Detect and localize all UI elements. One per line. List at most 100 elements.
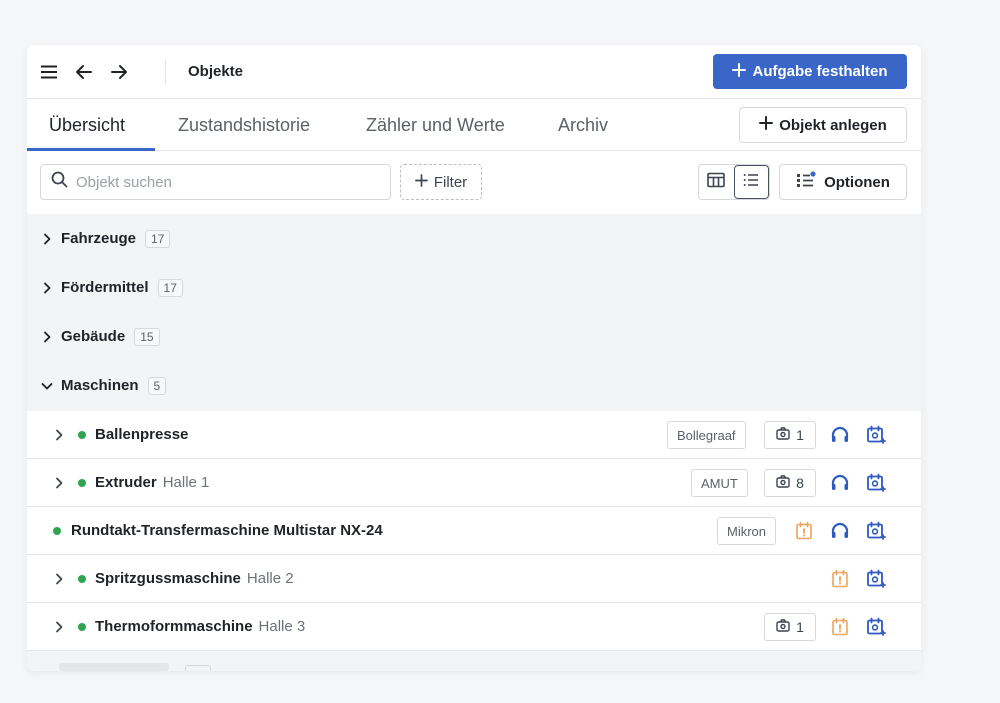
camera-icon [776,427,790,443]
group-row-buildings[interactable]: Gebäude 15 [27,312,921,361]
object-name-wrap: Extruder Halle 1 [95,474,209,491]
headset-icon[interactable] [829,520,851,542]
chevron-right-icon [39,280,55,296]
group-list: Fahrzeuge 17 Fördermittel 17 Gebäude 15 … [27,214,921,411]
record-task-button[interactable]: Aufgabe festhalten [713,54,907,89]
tab-overview[interactable]: Übersicht [49,115,125,136]
search-input[interactable] [76,173,376,191]
options-button[interactable]: Optionen [779,164,907,200]
warning-calendar-icon[interactable] [829,616,851,638]
plus-icon [414,173,428,191]
calendar-gear-icon[interactable] [865,424,887,446]
group-row-vehicles[interactable]: Fahrzeuge 17 [27,214,921,263]
chevron-right-icon [39,329,55,345]
count-badge: 17 [157,278,183,297]
object-name-wrap: Rundtakt-Transfermaschine Multistar NX-2… [71,522,383,539]
table-row[interactable]: Rundtakt-Transfermaschine Multistar NX-2… [27,507,921,555]
calendar-gear-icon[interactable] [865,472,887,494]
plus-icon [732,62,747,81]
camera-icon [776,619,790,635]
group-label-placeholder [59,663,169,671]
record-task-label: Aufgabe festhalten [752,63,888,80]
table-view-button[interactable] [699,165,734,199]
group-label: Fahrzeuge [61,230,137,247]
create-object-label: Objekt anlegen [779,116,887,134]
photo-count: 8 [796,475,804,491]
count-badge-placeholder [185,665,211,671]
page-title: Objekte [188,63,244,80]
tab-bar: Übersicht Zustandshistorie Zähler und We… [27,99,921,151]
toolbar: Filter Optionen [27,151,921,214]
chevron-down-icon [39,378,55,394]
tab-state-history[interactable]: Zustandshistorie [178,115,310,136]
arrow-right-icon[interactable] [108,61,130,83]
object-name-wrap: Spritzgussmaschine Halle 2 [95,570,294,587]
photo-count-badge[interactable]: 1 [764,613,816,641]
object-name: Ballenpresse [95,426,189,443]
status-dot [78,431,86,439]
create-object-button[interactable]: Objekt anlegen [739,107,907,143]
list-view-button[interactable] [733,165,769,199]
photo-count-badge[interactable]: 1 [764,421,816,449]
arrow-left-icon[interactable] [73,61,95,83]
group-row-conveyors[interactable]: Fördermittel 17 [27,263,921,312]
group-label: Gebäude [61,328,126,345]
chevron-right-icon[interactable] [51,571,67,587]
brand-tag: Bollegraaf [667,421,746,449]
group-row-partial[interactable] [27,651,921,671]
table-row[interactable]: Ballenpresse Bollegraaf 1 [27,411,921,459]
object-name: Extruder [95,474,157,491]
group-label: Maschinen [61,377,139,394]
chevron-right-icon[interactable] [51,427,67,443]
calendar-gear-icon[interactable] [865,568,887,590]
table-icon [707,172,726,193]
view-toggle [698,164,770,200]
warning-calendar-icon[interactable] [793,520,815,542]
calendar-gear-icon[interactable] [865,616,887,638]
count-badge: 17 [145,229,171,248]
headset-icon[interactable] [829,472,851,494]
photo-count: 1 [796,427,804,443]
chevron-right-icon [39,231,55,247]
table-row[interactable]: Spritzgussmaschine Halle 2 [27,555,921,603]
objects-panel: Objekte Aufgabe festhalten Übersicht Zus… [27,45,921,671]
brand-tag: AMUT [691,469,748,497]
camera-icon [776,475,790,491]
tab-counters-values[interactable]: Zähler und Werte [366,115,505,136]
object-name: Thermoformmaschine [95,618,253,635]
count-badge: 15 [134,327,160,346]
count-badge: 5 [147,376,167,395]
object-name-wrap: Thermoformmaschine Halle 3 [95,618,305,635]
chevron-right-icon[interactable] [51,475,67,491]
table-row[interactable]: Thermoformmaschine Halle 3 1 [27,603,921,651]
divider [165,59,166,85]
group-row-machines[interactable]: Maschinen 5 [27,361,921,410]
calendar-gear-icon[interactable] [865,520,887,542]
list-icon [743,173,759,192]
filter-button[interactable]: Filter [400,164,482,200]
status-dot [78,623,86,631]
group-label: Fördermittel [61,279,149,296]
filter-label: Filter [433,173,468,191]
hamburger-icon[interactable] [38,61,60,83]
table-row[interactable]: Extruder Halle 1 AMUT 8 [27,459,921,507]
object-name: Rundtakt-Transfermaschine Multistar NX-2… [71,522,383,539]
search-box[interactable] [40,164,391,200]
photo-count-badge[interactable]: 8 [764,469,816,497]
options-label: Optionen [824,173,890,191]
object-location: Halle 2 [246,570,294,587]
options-icon [796,171,816,193]
status-dot [53,527,61,535]
object-name: Spritzgussmaschine [95,570,241,587]
chevron-right-icon[interactable] [51,619,67,635]
search-icon [51,171,68,193]
warning-calendar-icon[interactable] [829,568,851,590]
plus-icon [759,116,774,134]
object-name-wrap: Ballenpresse [95,426,188,443]
photo-count: 1 [796,619,804,635]
object-location: Halle 3 [258,618,306,635]
headset-icon[interactable] [829,424,851,446]
brand-tag: Mikron [717,517,777,545]
tab-archive[interactable]: Archiv [558,115,608,136]
status-dot [78,575,86,583]
